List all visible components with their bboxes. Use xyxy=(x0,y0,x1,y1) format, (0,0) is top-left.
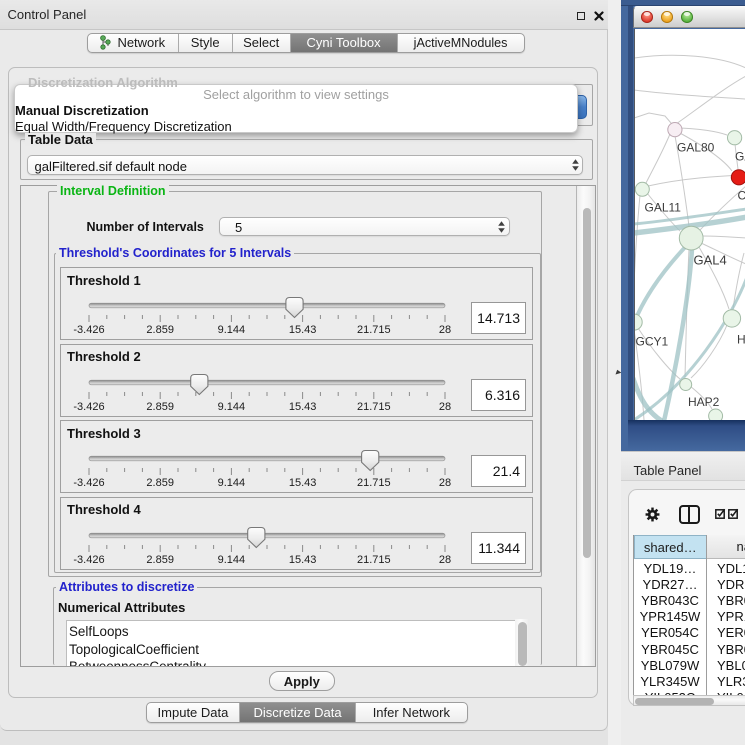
svg-text:GAL: GAL xyxy=(735,149,745,163)
svg-text:H: H xyxy=(737,332,745,346)
svg-text:GAL80: GAL80 xyxy=(677,140,715,154)
svg-text:C: C xyxy=(737,188,745,202)
svg-text:HAP2: HAP2 xyxy=(688,395,720,409)
svg-text:GAL4: GAL4 xyxy=(693,252,726,267)
svg-text:GCY1: GCY1 xyxy=(635,334,668,348)
svg-text:GAL11: GAL11 xyxy=(644,200,681,214)
